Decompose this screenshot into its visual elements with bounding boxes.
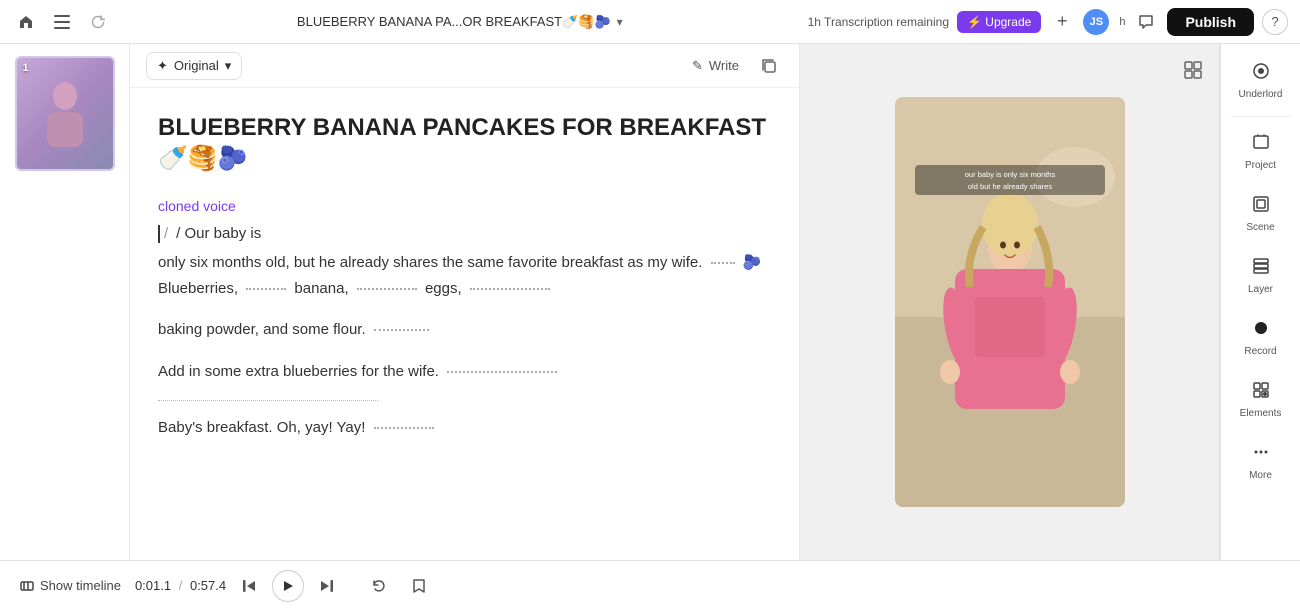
sidebar-item-layer[interactable]: Layer: [1221, 247, 1300, 305]
bottom-bar: Show timeline 0:01.1 / 0:57.4: [0, 560, 1300, 610]
title-dropdown-icon[interactable]: ▾: [617, 15, 623, 29]
topbar: BLUEBERRY BANANA PA...OR BREAKFAST🍼🥞🫐 ▾ …: [0, 0, 1300, 44]
sidebar-item-project[interactable]: Project: [1221, 123, 1300, 181]
dotted-separator: [158, 400, 378, 401]
sidebar-item-record[interactable]: Record: [1221, 309, 1300, 367]
paragraph-1[interactable]: only six months old, but he already shar…: [158, 250, 771, 301]
topbar-center: BLUEBERRY BANANA PA...OR BREAKFAST🍼🥞🫐 ▾: [122, 14, 798, 30]
layer-label: Layer: [1248, 284, 1273, 295]
gap-indicator: [470, 288, 550, 290]
preview-video: our baby is only six months old but he a…: [895, 97, 1125, 507]
copy-icon[interactable]: [755, 52, 783, 80]
scene-thumbnail[interactable]: 1: [15, 56, 115, 171]
playback-controls: 0:01.1 / 0:57.4: [135, 570, 340, 602]
editor-content: BLUEBERRY BANANA PANCAKES FOR BREAKFAST🍼…: [130, 88, 799, 560]
scene-label: Scene: [1246, 222, 1274, 233]
publish-button[interactable]: Publish: [1167, 8, 1254, 36]
home-icon[interactable]: [12, 8, 40, 36]
gap-indicator: [711, 262, 735, 264]
record-icon: [1252, 319, 1270, 342]
project-icon: [1252, 133, 1270, 156]
sparkle-icon: ✦: [157, 58, 168, 74]
help-icon[interactable]: ?: [1262, 9, 1288, 35]
gap-indicator: [447, 371, 557, 373]
scene-number: 1: [23, 62, 29, 74]
record-label: Record: [1244, 346, 1276, 357]
gap-indicator: [374, 329, 429, 331]
scene-icon: [1252, 195, 1270, 218]
gap-indicator: [246, 288, 286, 290]
write-button[interactable]: ✎ Write: [692, 58, 739, 74]
document-title[interactable]: BLUEBERRY BANANA PANCAKES FOR BREAKFAST🍼…: [158, 112, 771, 174]
project-label: Project: [1245, 160, 1276, 171]
pencil-icon: ✎: [692, 58, 703, 74]
original-mode-button[interactable]: ✦ Original ▾: [146, 52, 242, 80]
underlord-icon: [1252, 62, 1270, 85]
paragraph-4[interactable]: Baby's breakfast. Oh, yay! Yay!: [158, 415, 771, 441]
more-icon: [1252, 443, 1270, 466]
cursor-line[interactable]: / / Our baby is: [158, 222, 771, 246]
project-title: BLUEBERRY BANANA PA...OR BREAKFAST🍼🥞🫐: [297, 14, 611, 30]
avatar[interactable]: JS: [1083, 9, 1109, 35]
video-background: our baby is only six months old but he a…: [895, 97, 1125, 507]
cloned-voice-label: cloned voice: [158, 198, 771, 214]
editor-toolbar: ✦ Original ▾ ✎ Write: [130, 44, 799, 88]
grid-layout-icon[interactable]: [1179, 56, 1207, 84]
underlord-label: Underlord: [1239, 89, 1283, 100]
sidebar-item-underlord[interactable]: Underlord: [1221, 52, 1300, 110]
elements-icon: [1252, 381, 1270, 404]
more-label: More: [1249, 470, 1272, 481]
message-icon[interactable]: [1133, 9, 1159, 35]
thumbnail-image: [17, 58, 113, 169]
main-area: 1 ✦ Original ▾ ✎ Write: [0, 44, 1300, 560]
sidebar-item-scene[interactable]: Scene: [1221, 185, 1300, 243]
preview-panel: our baby is only six months old but he a…: [800, 44, 1220, 560]
undo-button[interactable]: [366, 573, 392, 599]
transcription-badge: 1h Transcription remaining: [808, 15, 949, 29]
editor-panel: ✦ Original ▾ ✎ Write BLUEBERRY BANANA PA…: [130, 44, 800, 560]
skip-back-button[interactable]: [236, 573, 262, 599]
paragraph-3[interactable]: Add in some extra blueberries for the wi…: [158, 359, 771, 385]
user-initial-label: h: [1119, 16, 1125, 28]
sidebar-item-elements[interactable]: Elements: [1221, 371, 1300, 429]
refresh-icon[interactable]: [84, 8, 112, 36]
gap-indicator: [357, 288, 417, 290]
show-timeline-button[interactable]: Show timeline: [20, 578, 121, 593]
topbar-left: [12, 8, 112, 36]
timeline-icon: [20, 579, 34, 593]
skip-forward-button[interactable]: [314, 573, 340, 599]
right-sidebar: Underlord Project Scene Layer Record: [1220, 44, 1300, 560]
menu-icon[interactable]: [48, 8, 76, 36]
first-line-text: / Our baby is: [176, 222, 261, 246]
play-button[interactable]: [272, 570, 304, 602]
thumbnail-panel: 1: [0, 44, 130, 560]
text-cursor: [158, 225, 160, 243]
svg-text:old but he already shares: old but he already shares: [967, 182, 1051, 191]
upgrade-button[interactable]: ⚡ Upgrade: [957, 11, 1041, 33]
add-button[interactable]: +: [1049, 9, 1075, 35]
sidebar-item-more[interactable]: More: [1221, 433, 1300, 491]
topbar-right: 1h Transcription remaining ⚡ Upgrade + J…: [808, 8, 1288, 36]
svg-text:our baby is only six months: our baby is only six months: [964, 170, 1055, 179]
sidebar-divider-1: [1231, 116, 1291, 117]
current-time: 0:01.1 / 0:57.4: [135, 578, 226, 593]
layer-icon: [1252, 257, 1270, 280]
gap-indicator: [374, 427, 434, 429]
original-dropdown-icon: ▾: [225, 58, 232, 74]
paragraph-2[interactable]: baking powder, and some flour.: [158, 317, 771, 343]
elements-label: Elements: [1240, 408, 1282, 419]
bookmark-button[interactable]: [406, 573, 432, 599]
